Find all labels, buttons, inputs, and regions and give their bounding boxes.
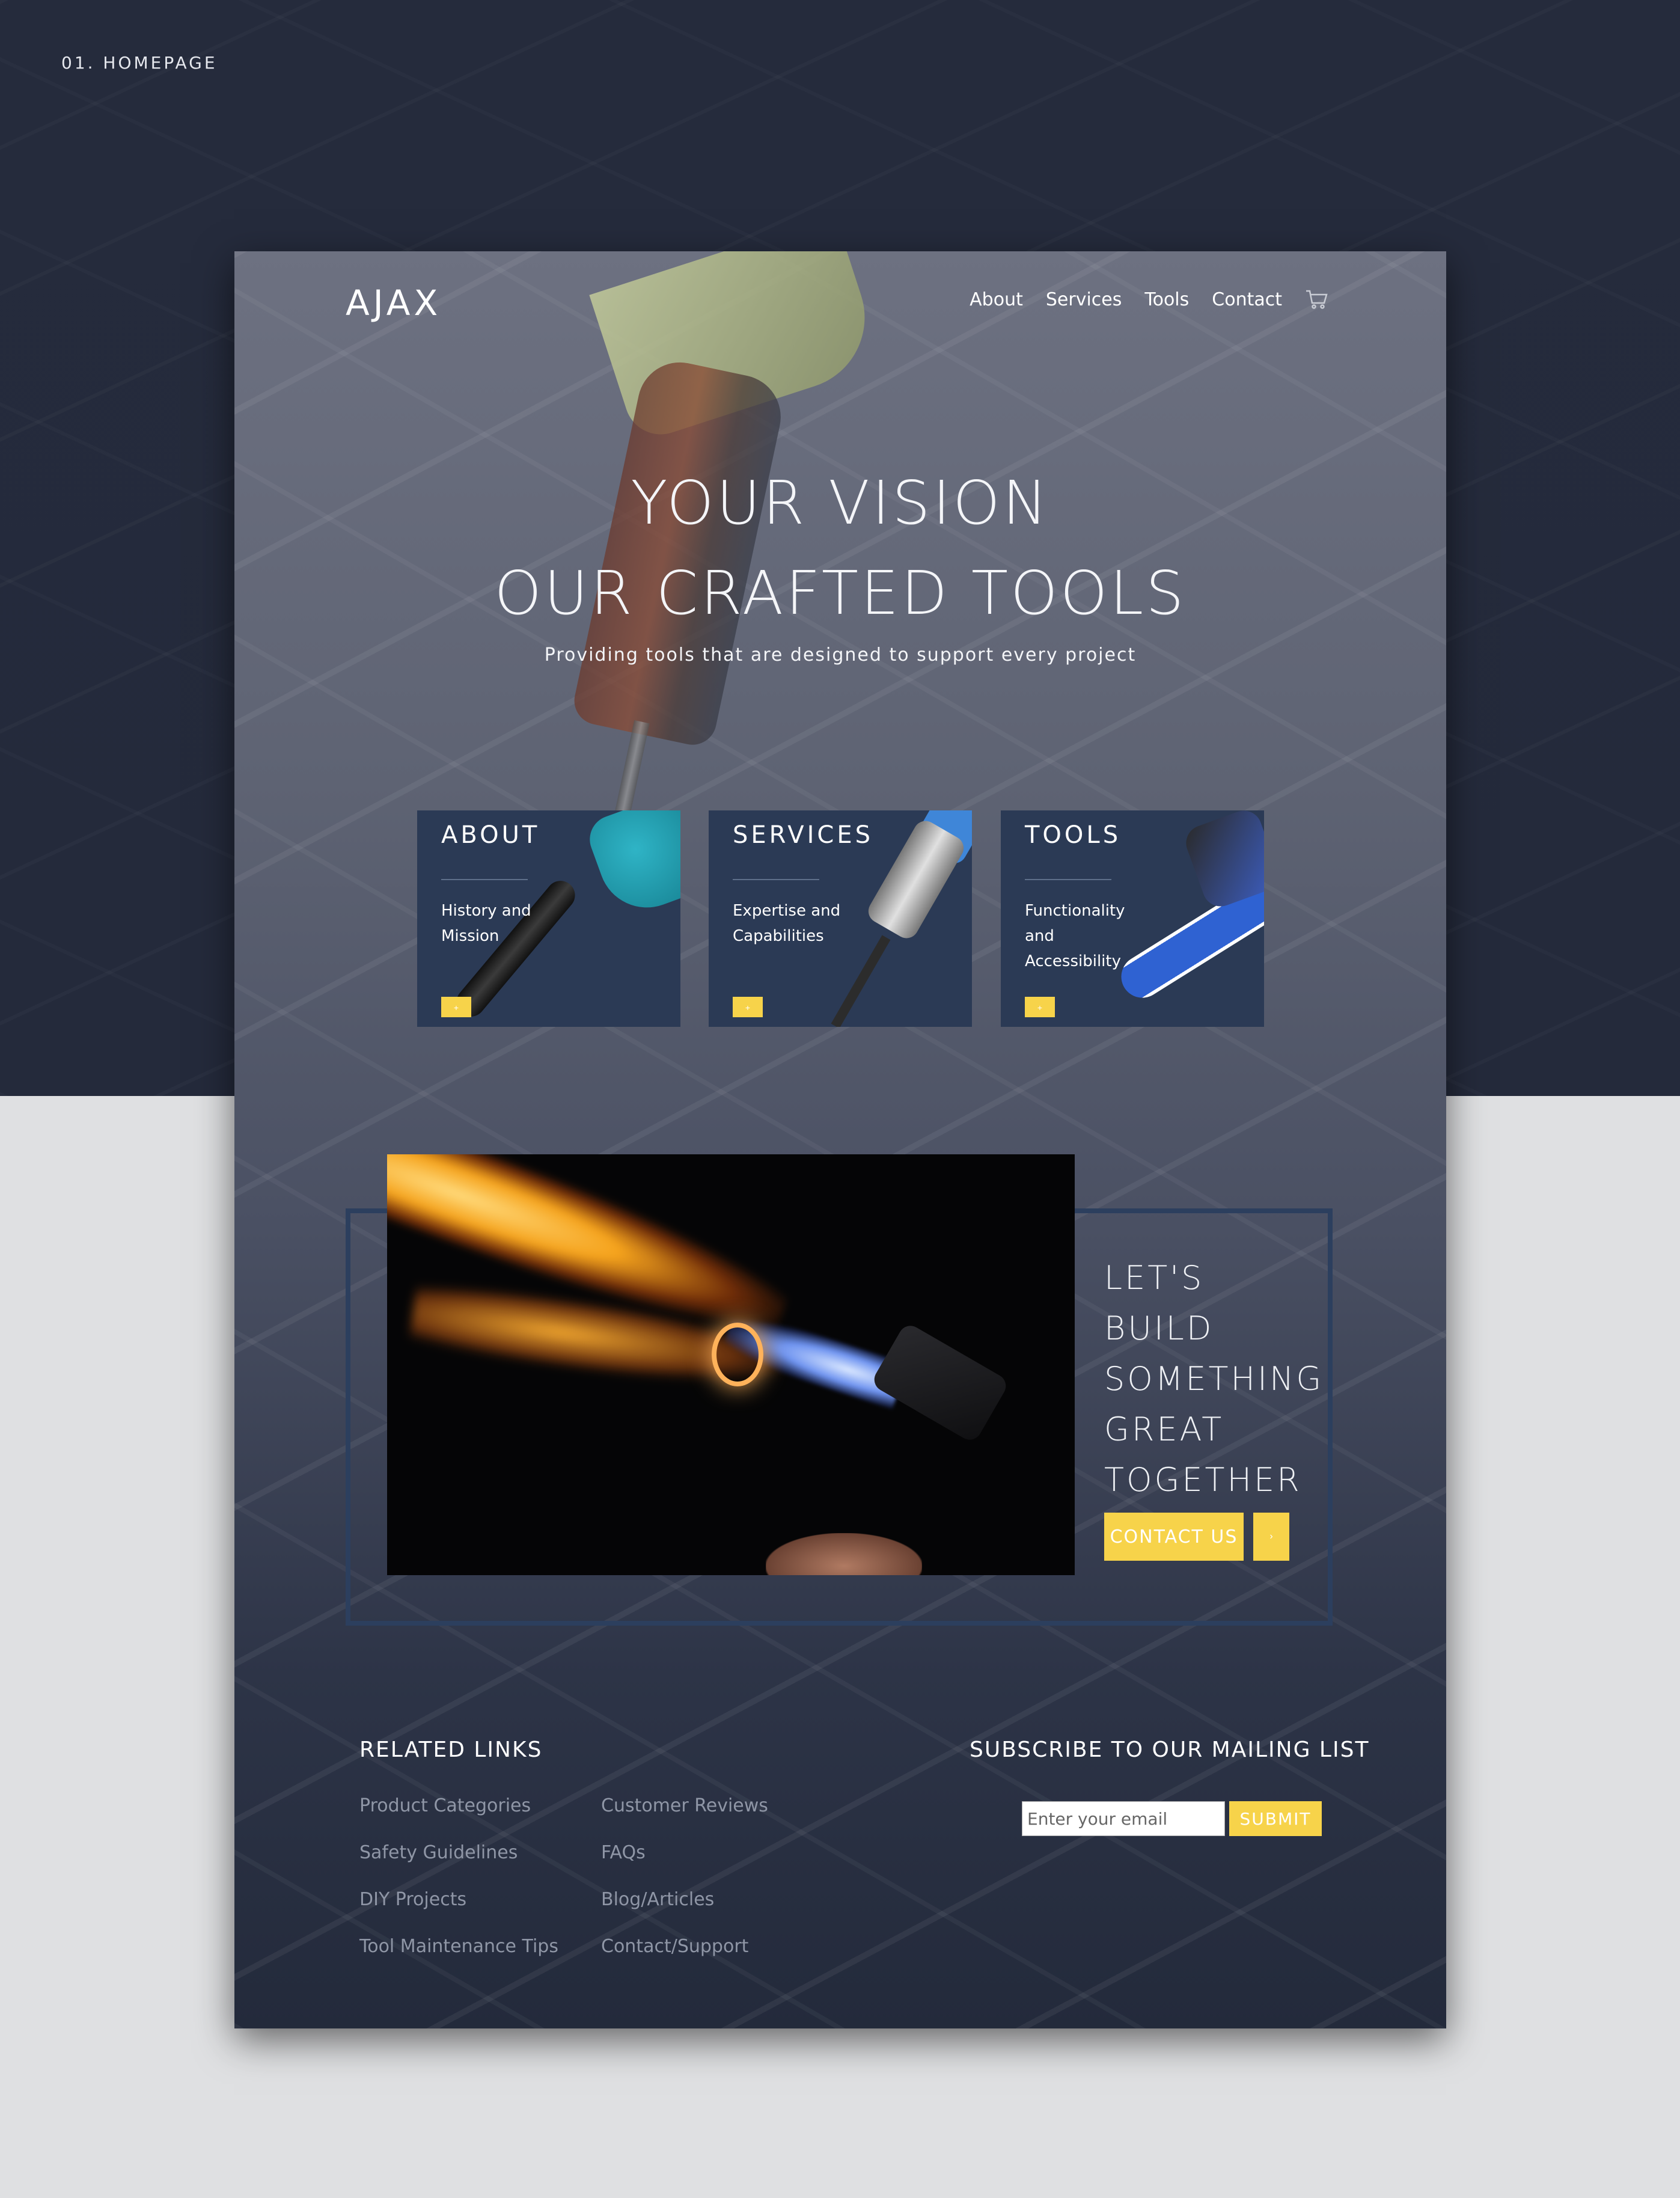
- tools-card-button[interactable]: +: [1025, 997, 1055, 1017]
- nav-contact[interactable]: Contact: [1212, 289, 1282, 310]
- card-title: ABOUT: [441, 821, 540, 849]
- card-divider: [733, 879, 819, 880]
- tools-card[interactable]: TOOLS Functionality and Accessibility +: [1001, 810, 1264, 1027]
- card-description: Functionality and Accessibility: [1025, 902, 1125, 970]
- website-mockup: AJAX About Services Tools Contact YOUR V…: [234, 251, 1446, 2028]
- cta-heading-line: TOGETHER: [1104, 1461, 1302, 1499]
- services-card-button[interactable]: +: [733, 997, 763, 1017]
- leaf-blower-body-image: [583, 810, 680, 921]
- footer-link[interactable]: Blog/Articles: [601, 1889, 714, 1910]
- related-links-heading: RELATED LINKS: [359, 1737, 543, 1762]
- cta-heading-line: GREAT: [1104, 1410, 1224, 1448]
- site-logo[interactable]: AJAX: [346, 283, 441, 323]
- card-title: TOOLS: [1025, 821, 1122, 849]
- torch-image: [870, 1321, 1010, 1444]
- contact-us-button[interactable]: CONTACT US: [1104, 1513, 1244, 1561]
- card-divider: [1025, 879, 1111, 880]
- subscribe-heading: SUBSCRIBE TO OUR MAILING LIST: [970, 1737, 1370, 1762]
- hero-title-line2: OUR CRAFTED TOOLS: [494, 558, 1187, 628]
- cta-heading-line: SOMETHING: [1104, 1360, 1324, 1398]
- services-card[interactable]: SERVICES Expertise and Capabilities +: [709, 810, 972, 1027]
- card-divider: [441, 879, 528, 880]
- footer-link[interactable]: Contact/Support: [601, 1936, 748, 1957]
- nav-services[interactable]: Services: [1046, 289, 1122, 310]
- card-title: SERVICES: [733, 821, 874, 849]
- hand-image: [766, 1533, 922, 1575]
- hero-title-line1: YOUR VISION: [631, 468, 1050, 538]
- contact-arrow-button[interactable]: ›: [1253, 1513, 1289, 1561]
- about-card-button[interactable]: +: [441, 997, 471, 1017]
- main-nav: About Services Tools Contact: [970, 289, 1329, 310]
- torch-flame-photo: [387, 1154, 1075, 1575]
- footer-link[interactable]: Safety Guidelines: [359, 1842, 518, 1863]
- page-label: 01. HOMEPAGE: [61, 53, 218, 73]
- cta-heading: LET'S BUILD SOMETHING GREAT TOGETHER: [1104, 1253, 1324, 1505]
- demolition-hammer-image: [864, 816, 968, 943]
- email-input[interactable]: [1022, 1801, 1225, 1836]
- about-card[interactable]: ABOUT History and Mission +: [417, 810, 680, 1027]
- card-description: Expertise and Capabilities: [733, 902, 841, 945]
- footer-link[interactable]: DIY Projects: [359, 1889, 466, 1910]
- footer-link[interactable]: Tool Maintenance Tips: [359, 1936, 558, 1957]
- glowing-ring-image: [712, 1323, 763, 1386]
- footer-link[interactable]: Customer Reviews: [601, 1795, 768, 1816]
- nav-tools[interactable]: Tools: [1144, 289, 1189, 310]
- nav-about[interactable]: About: [970, 289, 1023, 310]
- cart-icon[interactable]: [1305, 289, 1329, 310]
- hero-subtitle: Providing tools that are designed to sup…: [544, 644, 1137, 666]
- cta-heading-line: BUILD: [1104, 1309, 1214, 1347]
- submit-button[interactable]: SUBMIT: [1229, 1801, 1322, 1836]
- cta-heading-line: LET'S: [1104, 1259, 1205, 1297]
- footer-link[interactable]: Product Categories: [359, 1795, 531, 1816]
- hammer-bit-image: [831, 935, 891, 1027]
- footer-link[interactable]: FAQs: [601, 1842, 646, 1863]
- card-description: History and Mission: [441, 902, 531, 945]
